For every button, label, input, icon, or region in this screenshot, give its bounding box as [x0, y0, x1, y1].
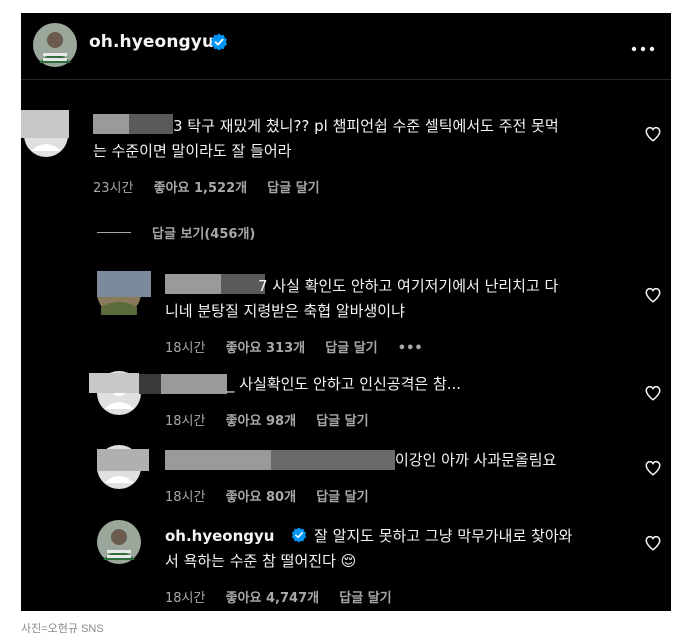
reply-time: 18시간: [165, 414, 206, 429]
reply-time: 18시간: [165, 490, 206, 505]
comment-text: 3 탁구 재밌게 쳤니?? pl 챔피언쉽 수준 셀틱에서도 주전 못먹: [173, 117, 559, 135]
more-options-icon[interactable]: •••: [398, 341, 423, 356]
more-options-icon[interactable]: [631, 38, 655, 52]
blurred-profile-mask: [21, 110, 69, 138]
author-avatar[interactable]: [97, 520, 141, 564]
reply-text: _ 사실확인도 안하고 인신공격은 참...: [227, 375, 462, 393]
reply-meta: 18시간 좋아요 313개 답글 달기 •••: [165, 337, 439, 356]
reply-button[interactable]: 답글 달기: [316, 414, 368, 429]
blurred-profile-mask: [97, 449, 149, 471]
blurred-profile-mask: [89, 373, 139, 393]
verified-badge-icon: [291, 527, 307, 543]
like-heart-icon[interactable]: [644, 459, 662, 477]
reply-likes[interactable]: 좋아요 313개: [226, 341, 306, 356]
blurred-username-mask: [271, 450, 395, 470]
view-replies-button[interactable]: 답글 보기(456개): [152, 223, 255, 242]
reply-meta: 18시간 좋아요 98개 답글 달기: [165, 410, 385, 429]
reply-likes[interactable]: 좋아요 80개: [226, 490, 296, 505]
reply-likes[interactable]: 좋아요 4,747개: [226, 591, 320, 606]
like-heart-icon[interactable]: [644, 125, 662, 143]
profile-username[interactable]: oh.hyeongyu: [89, 32, 214, 52]
reply-button[interactable]: 답글 달기: [339, 591, 391, 606]
like-heart-icon[interactable]: [644, 534, 662, 552]
reply-text: 7 사실 확인도 안하고 여기저기에서 난리치고 다: [258, 277, 559, 295]
blurred-username-mask: [161, 374, 227, 394]
reply-text: 이강인 아까 사과문올림요: [395, 451, 557, 469]
blurred-username-mask: [129, 114, 173, 134]
view-replies-line: [97, 232, 131, 233]
reply-text: 니네 분탕질 지령받은 축협 알바생이냐: [165, 302, 405, 320]
comment-time: 23시간: [93, 181, 134, 196]
like-heart-icon[interactable]: [644, 384, 662, 402]
reply-likes[interactable]: 좋아요 98개: [226, 414, 296, 429]
header-divider: [21, 79, 671, 80]
reply-time: 18시간: [165, 341, 206, 356]
comment-likes[interactable]: 좋아요 1,522개: [154, 181, 248, 196]
comment-text: 는 수준이면 말이라도 잘 들어라: [93, 142, 292, 160]
reply-button[interactable]: 답글 달기: [325, 341, 377, 356]
reply-time: 18시간: [165, 591, 206, 606]
reply-username[interactable]: oh.hyeongyu: [165, 524, 275, 548]
reply-meta: 18시간 좋아요 4,747개 답글 달기: [165, 587, 408, 606]
comments-panel: oh.hyeongyu 3 탁구 재밌게 쳤니?? pl 챔피언쉽 수준 셀틱에…: [21, 13, 671, 611]
verified-badge-icon: [210, 33, 228, 51]
photo-caption: 사진=오현규 SNS: [21, 623, 104, 635]
comment-meta: 23시간 좋아요 1,522개 답글 달기: [93, 177, 336, 196]
reply-meta: 18시간 좋아요 80개 답글 달기: [165, 486, 385, 505]
blurred-profile-mask: [97, 271, 151, 297]
like-heart-icon[interactable]: [644, 286, 662, 304]
reply-button[interactable]: 답글 달기: [316, 490, 368, 505]
reply-text: 서 욕하는 수준 참 떨어진다 😌: [165, 552, 357, 570]
post-header: oh.hyeongyu: [21, 13, 671, 79]
reply-text: 잘 알지도 못하고 그냥 막무가내로 찾아와: [314, 527, 573, 545]
profile-avatar[interactable]: [33, 23, 77, 67]
reply-button[interactable]: 답글 달기: [267, 181, 319, 196]
